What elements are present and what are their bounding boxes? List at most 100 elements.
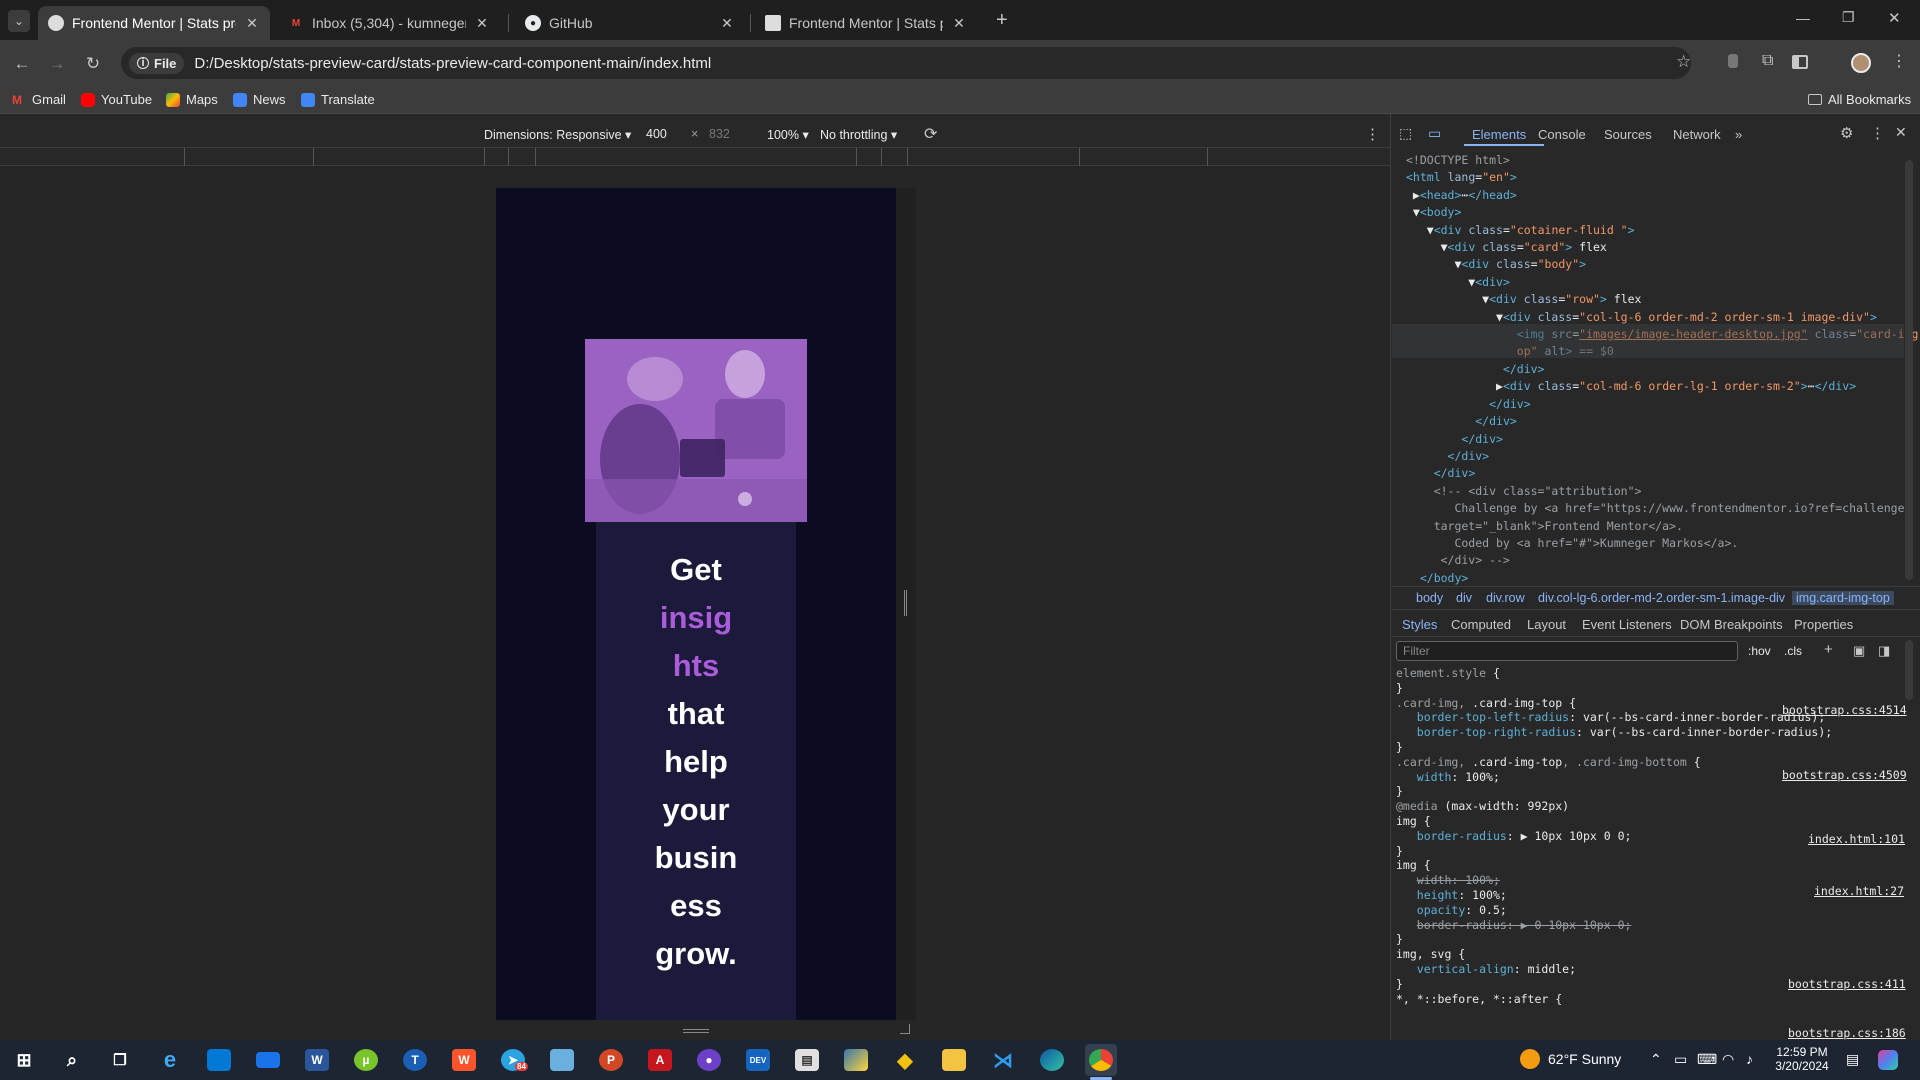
powerpoint-icon[interactable]: P (595, 1044, 627, 1076)
tab-properties[interactable]: Properties (1794, 617, 1853, 632)
tab-styles[interactable]: Styles (1402, 617, 1437, 632)
tab-sources[interactable]: Sources (1604, 127, 1652, 142)
edge-icon[interactable] (1036, 1044, 1068, 1076)
dev-app-icon[interactable]: DEV (742, 1044, 774, 1076)
throttling-select[interactable]: No throttling ▾ (820, 127, 897, 142)
source-link[interactable]: index.html:27 (1814, 884, 1904, 898)
dom-scrollbar[interactable] (1905, 160, 1913, 580)
styles-scrollbar[interactable] (1905, 640, 1913, 700)
bookmark-star-icon[interactable]: ☆ (1676, 52, 1691, 72)
tab-dom-breakpoints[interactable]: DOM Breakpoints (1680, 617, 1783, 632)
source-link[interactable]: index.html:101 (1808, 832, 1905, 846)
close-window-icon[interactable]: ✕ (1888, 9, 1901, 27)
bookmark-gmail[interactable]: M Gmail (12, 92, 66, 107)
source-link[interactable]: bootstrap.css:4514 (1782, 703, 1907, 717)
paint-icon[interactable]: ▣ (1853, 643, 1865, 659)
tab-github[interactable]: ● GitHub ✕ (515, 6, 745, 40)
store-icon[interactable] (203, 1044, 235, 1076)
notes-app-icon[interactable] (546, 1044, 578, 1076)
dom-tree[interactable]: <!DOCTYPE html> <html lang="en"> ▶<head>… (1406, 152, 1920, 587)
python-icon[interactable] (840, 1044, 872, 1076)
tab-active[interactable]: Frontend Mentor | Stats previe ✕ (38, 6, 270, 40)
word-icon[interactable]: W (301, 1044, 333, 1076)
github-desktop-icon[interactable]: ● (693, 1044, 725, 1076)
breadcrumb-item[interactable]: body (1416, 591, 1443, 605)
extensions-puzzle-icon[interactable]: ⧉ (1762, 52, 1773, 70)
acrobat-icon[interactable]: A (644, 1044, 676, 1076)
tab-elements[interactable]: Elements (1472, 127, 1526, 142)
tab-console[interactable]: Console (1538, 127, 1586, 142)
bookmark-maps[interactable]: Maps (166, 92, 218, 107)
chrome-menu-icon[interactable]: ⋮ (1891, 51, 1907, 71)
rotate-icon[interactable]: ⟳ (924, 124, 937, 144)
restore-icon[interactable]: ❐ (1842, 9, 1855, 26)
extension-icon[interactable] (1728, 54, 1738, 68)
inspect-element-icon[interactable]: ⬚ (1399, 125, 1412, 142)
tab-gmail[interactable]: M Inbox (5,304) - kumnegermarko ✕ (278, 6, 500, 40)
clock[interactable]: 12:59 PM 3/20/2024 (1768, 1045, 1836, 1073)
windows-start-icon[interactable]: ⊞ (8, 1044, 40, 1076)
volume-icon[interactable]: ♪ (1746, 1051, 1753, 1067)
internet-explorer-icon[interactable]: e (154, 1044, 186, 1076)
minimize-icon[interactable]: — (1796, 10, 1810, 26)
hover-state-toggle[interactable]: :hov (1748, 644, 1771, 658)
resize-handle-bottom-icon[interactable] (683, 1029, 709, 1033)
forward-icon[interactable]: → (45, 52, 69, 76)
address-bar[interactable]: i File D:/Desktop/stats-preview-card/stat… (121, 47, 1691, 79)
all-bookmarks[interactable]: All Bookmarks (1808, 92, 1911, 107)
height-input[interactable]: 832 (709, 127, 730, 141)
wifi-icon[interactable]: ◠ (1722, 1051, 1734, 1068)
chrome-icon[interactable] (1085, 1044, 1117, 1076)
site-info-chip[interactable]: i File (129, 52, 185, 74)
mail-icon[interactable] (252, 1044, 284, 1076)
git-icon[interactable]: ◆ (889, 1044, 921, 1076)
device-icon[interactable]: ▭ (1674, 1051, 1687, 1068)
bookmark-youtube[interactable]: YouTube (81, 92, 152, 107)
task-view-icon[interactable]: ❐ (104, 1044, 136, 1076)
reload-icon[interactable]: ↻ (81, 52, 105, 76)
file-explorer-icon[interactable] (938, 1044, 970, 1076)
sidebar-toggle-icon[interactable]: ◨ (1878, 643, 1890, 659)
close-tab-icon[interactable]: ✕ (474, 15, 490, 32)
styles-filter-input[interactable]: Filter (1396, 641, 1738, 661)
class-toggle[interactable]: .cls (1784, 644, 1802, 658)
close-tab-icon[interactable]: ✕ (719, 15, 735, 32)
tab-event-listeners[interactable]: Event Listeners (1582, 617, 1672, 632)
close-tab-icon[interactable]: ✕ (244, 15, 260, 32)
typora-icon[interactable]: T (399, 1044, 431, 1076)
new-tab-icon[interactable]: + (996, 9, 1008, 32)
settings-gear-icon[interactable]: ⚙ (1840, 124, 1853, 142)
utorrent-icon[interactable]: µ (350, 1044, 382, 1076)
source-link[interactable]: bootstrap.css:4509 (1782, 768, 1907, 782)
devtools-menu-icon[interactable]: ⋮ (1870, 124, 1885, 142)
notifications-icon[interactable]: ▤ (1846, 1051, 1859, 1068)
close-devtools-icon[interactable]: ✕ (1895, 124, 1907, 141)
bookmark-translate[interactable]: Translate (301, 92, 375, 107)
back-icon[interactable]: ← (10, 52, 34, 76)
search-icon[interactable]: ⌕ (56, 1044, 88, 1076)
source-link[interactable]: bootstrap.css:411 (1788, 977, 1906, 991)
dimensions-select[interactable]: Dimensions: Responsive ▾ (484, 127, 631, 142)
breadcrumb-item[interactable]: div (1456, 591, 1472, 605)
styles-rules[interactable]: element.style { } .card-img, .card-img-t… (1396, 666, 1832, 1006)
resize-handle-corner-icon[interactable] (900, 1024, 910, 1034)
close-tab-icon[interactable]: ✕ (951, 15, 967, 32)
telegram-icon[interactable]: ➤ 84 (497, 1044, 529, 1076)
bookmark-news[interactable]: News (233, 92, 286, 107)
more-tabs-icon[interactable]: » (1735, 127, 1742, 142)
tab-layout[interactable]: Layout (1527, 617, 1566, 632)
zoom-select[interactable]: 100% ▾ (767, 127, 809, 142)
new-rule-icon[interactable]: + (1824, 641, 1833, 658)
media-query-ruler[interactable] (0, 148, 1390, 166)
breadcrumb-item-active[interactable]: img.card-img-top (1792, 591, 1894, 605)
width-input[interactable]: 400 (646, 127, 667, 141)
breadcrumb-item[interactable]: div.row (1486, 591, 1525, 605)
brave-icon[interactable]: W (448, 1044, 480, 1076)
copilot-icon[interactable] (1878, 1050, 1898, 1070)
weather-text[interactable]: 62°F Sunny (1548, 1051, 1621, 1067)
tab-computed[interactable]: Computed (1451, 617, 1511, 632)
tab-search-icon[interactable]: ⌄ (8, 10, 30, 32)
language-icon[interactable]: ⌨ (1697, 1051, 1717, 1068)
profile-avatar[interactable] (1851, 53, 1871, 73)
vscode-icon[interactable]: ⋊ (987, 1044, 1019, 1076)
